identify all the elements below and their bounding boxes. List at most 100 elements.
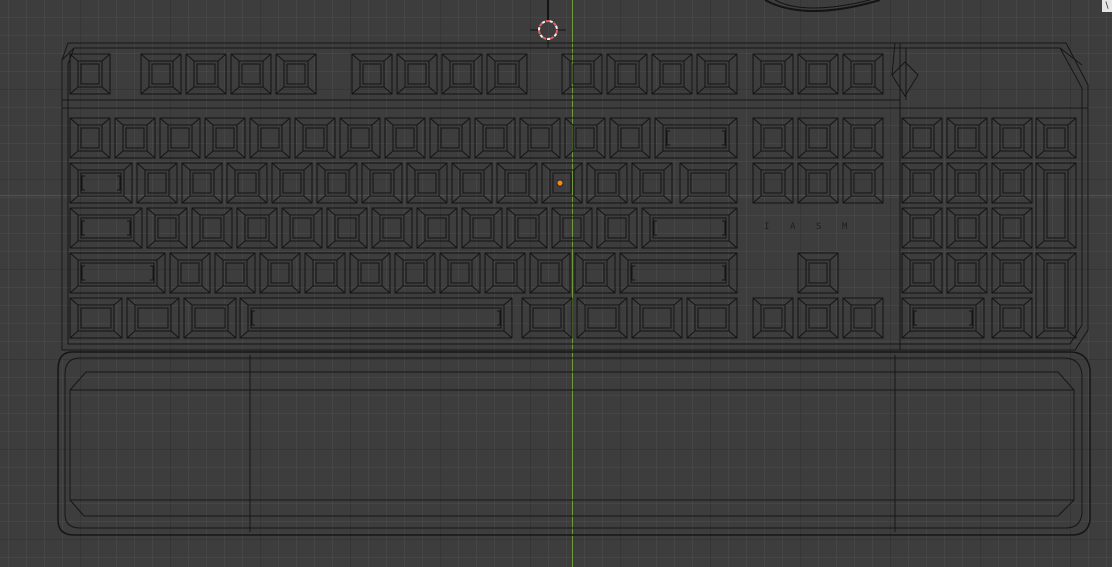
keycap[interactable]: [631, 162, 673, 204]
keycap[interactable]: [651, 53, 693, 95]
keycap[interactable]: [230, 53, 272, 95]
keycap[interactable]: [619, 252, 738, 294]
keycap[interactable]: [316, 162, 358, 204]
keycap[interactable]: [185, 53, 227, 95]
keycap[interactable]: [239, 297, 513, 339]
keycap[interactable]: [564, 117, 606, 159]
keycap[interactable]: [654, 117, 738, 159]
keycap[interactable]: [384, 117, 426, 159]
keycap[interactable]: [842, 297, 884, 339]
keycap[interactable]: [486, 53, 528, 95]
keycap[interactable]: [901, 297, 985, 339]
keycap[interactable]: [991, 297, 1033, 339]
keycap[interactable]: [281, 207, 323, 249]
keycap[interactable]: [126, 297, 180, 339]
keycap[interactable]: [519, 117, 561, 159]
keycap[interactable]: [506, 207, 548, 249]
keycap[interactable]: [551, 207, 593, 249]
keycap[interactable]: [396, 53, 438, 95]
keycap[interactable]: [991, 162, 1033, 204]
keycap[interactable]: [361, 162, 403, 204]
keycap[interactable]: [339, 117, 381, 159]
keycap[interactable]: [69, 117, 111, 159]
keycap[interactable]: [294, 117, 336, 159]
keycap[interactable]: [842, 53, 884, 95]
keycap[interactable]: [1035, 117, 1077, 159]
keycap[interactable]: [204, 117, 246, 159]
keycap[interactable]: [259, 252, 301, 294]
keycap[interactable]: [521, 297, 573, 339]
keycap[interactable]: [606, 53, 648, 95]
keycap[interactable]: [842, 117, 884, 159]
keycap[interactable]: [609, 117, 651, 159]
keycap[interactable]: [183, 297, 237, 339]
keycap[interactable]: [752, 117, 794, 159]
keycap[interactable]: [351, 53, 393, 95]
keycap[interactable]: [946, 117, 988, 159]
keycap[interactable]: [136, 162, 178, 204]
keycap[interactable]: [901, 162, 943, 204]
keycap[interactable]: [586, 162, 628, 204]
keycap[interactable]: [484, 252, 526, 294]
keycap[interactable]: [696, 53, 738, 95]
keycap[interactable]: [349, 252, 391, 294]
keycap[interactable]: [69, 207, 143, 249]
keycap[interactable]: [679, 162, 738, 204]
keycap[interactable]: [797, 252, 839, 294]
keycap[interactable]: [439, 252, 481, 294]
keycap[interactable]: [159, 117, 201, 159]
keyboard-wireframe[interactable]: [0, 0, 1112, 567]
keycap[interactable]: [429, 117, 471, 159]
keycap[interactable]: [236, 207, 278, 249]
keycap[interactable]: [901, 117, 943, 159]
keycap[interactable]: [641, 207, 738, 249]
keycap[interactable]: [561, 53, 603, 95]
keycap[interactable]: [797, 297, 839, 339]
keycap[interactable]: [181, 162, 223, 204]
keycap[interactable]: [140, 53, 182, 95]
keycap[interactable]: [576, 297, 628, 339]
keycap[interactable]: [797, 53, 839, 95]
keycap[interactable]: [371, 207, 413, 249]
keycap[interactable]: [304, 252, 346, 294]
keycap[interactable]: [249, 117, 291, 159]
keycap[interactable]: [114, 117, 156, 159]
keycap[interactable]: [461, 207, 503, 249]
keycap[interactable]: [946, 207, 988, 249]
keycap[interactable]: [946, 252, 988, 294]
keycap[interactable]: [191, 207, 233, 249]
keycap[interactable]: [69, 297, 123, 339]
keycap[interactable]: [69, 53, 111, 95]
keycap[interactable]: [991, 117, 1033, 159]
keycap[interactable]: [416, 207, 458, 249]
keycap[interactable]: [752, 162, 794, 204]
keycap[interactable]: [752, 297, 794, 339]
keycap[interactable]: [1035, 162, 1077, 249]
keycap[interactable]: [946, 162, 988, 204]
keycap[interactable]: [69, 162, 133, 204]
keycap[interactable]: [901, 207, 943, 249]
keycap[interactable]: [69, 252, 166, 294]
keycap[interactable]: [226, 162, 268, 204]
keycap[interactable]: [901, 252, 943, 294]
keycap[interactable]: [326, 207, 368, 249]
keycap[interactable]: [991, 207, 1033, 249]
keycap[interactable]: [496, 162, 538, 204]
keycap[interactable]: [441, 53, 483, 95]
keycap[interactable]: [406, 162, 448, 204]
keycap[interactable]: [686, 297, 738, 339]
keycap[interactable]: [1035, 252, 1077, 339]
keycap[interactable]: [842, 162, 884, 204]
keycap[interactable]: [752, 53, 794, 95]
keycap[interactable]: [275, 53, 317, 95]
keycap[interactable]: [631, 297, 683, 339]
keycap[interactable]: [146, 207, 188, 249]
keycap[interactable]: [169, 252, 211, 294]
keycap[interactable]: [797, 162, 839, 204]
keycap[interactable]: [394, 252, 436, 294]
keycap[interactable]: [271, 162, 313, 204]
3d-viewport[interactable]: I A S M \: [0, 0, 1112, 567]
keycap[interactable]: [797, 117, 839, 159]
keycap[interactable]: [596, 207, 638, 249]
keycap[interactable]: [574, 252, 616, 294]
